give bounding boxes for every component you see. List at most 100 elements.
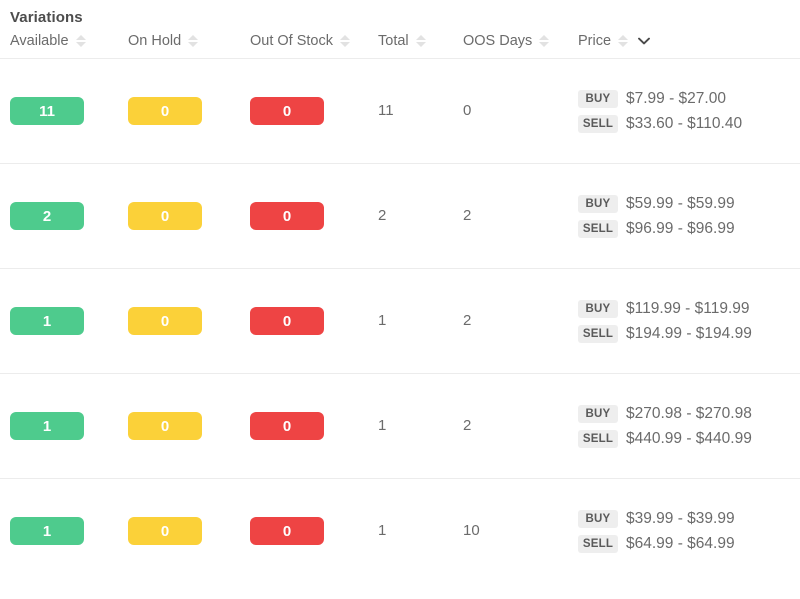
sell-price-range: $33.60 - $110.40 bbox=[626, 114, 743, 132]
price-line-sell: SELL $33.60 - $110.40 bbox=[578, 114, 800, 134]
total-value: 2 bbox=[378, 207, 387, 224]
buy-price-range: $270.98 - $270.98 bbox=[626, 404, 752, 422]
status-badge-available: 1 bbox=[10, 307, 84, 335]
column-header-total[interactable]: Total bbox=[368, 28, 453, 59]
cell-available: 1 bbox=[0, 373, 118, 479]
cell-total: 1 bbox=[368, 373, 453, 479]
total-value: 1 bbox=[378, 522, 387, 540]
table-header-row: Available On Hold Out Of Stock Total OOS… bbox=[0, 28, 800, 59]
buy-price-range: $59.99 - $59.99 bbox=[626, 194, 735, 212]
cell-oos-days: 10 bbox=[453, 478, 568, 584]
status-badge-available: 1 bbox=[10, 412, 84, 440]
column-header-oos-days[interactable]: OOS Days bbox=[453, 28, 568, 59]
sell-tag: SELL bbox=[578, 324, 618, 343]
oos-days-value: 2 bbox=[463, 417, 472, 434]
sort-icon-out-of-stock[interactable] bbox=[340, 33, 350, 49]
cell-price: BUY $7.99 - $27.00 SELL $33.60 - $110.40 bbox=[568, 59, 800, 164]
sort-icon-on-hold[interactable] bbox=[188, 33, 199, 49]
status-badge-on-hold: 0 bbox=[128, 412, 202, 440]
sort-icon-price[interactable] bbox=[618, 33, 629, 49]
cell-oos-days: 2 bbox=[453, 373, 568, 479]
status-badge-available: 2 bbox=[10, 202, 84, 230]
buy-tag: BUY bbox=[578, 194, 618, 213]
sort-icon-oos-days[interactable] bbox=[539, 33, 550, 49]
sell-tag: SELL bbox=[578, 534, 618, 553]
price-block: BUY $39.99 - $39.99 SELL $64.99 - $64.99 bbox=[578, 509, 800, 554]
buy-price-range: $7.99 - $27.00 bbox=[626, 89, 726, 107]
cell-price: BUY $270.98 - $270.98 SELL $440.99 - $44… bbox=[568, 373, 800, 479]
cell-oos-days: 2 bbox=[453, 268, 568, 374]
cell-price: BUY $59.99 - $59.99 SELL $96.99 - $96.99 bbox=[568, 163, 800, 269]
cell-available: 1 bbox=[0, 478, 118, 584]
status-badge-out-of-stock: 0 bbox=[250, 202, 324, 230]
variations-table: Available On Hold Out Of Stock Total OOS… bbox=[0, 28, 800, 584]
cell-oos-days: 0 bbox=[453, 59, 568, 164]
buy-price-range: $119.99 - $119.99 bbox=[626, 299, 750, 317]
cell-out-of-stock: 0 bbox=[240, 59, 368, 164]
status-badge-on-hold: 0 bbox=[128, 202, 202, 230]
table-row[interactable]: 1 0 0 1 2 BUY $270.98 - $270.98 SELL $44… bbox=[0, 373, 800, 479]
cell-on-hold: 0 bbox=[118, 478, 240, 584]
cell-total: 1 bbox=[368, 478, 453, 584]
cell-total: 11 bbox=[368, 59, 453, 164]
price-block: BUY $59.99 - $59.99 SELL $96.99 - $96.99 bbox=[578, 194, 800, 239]
column-header-price[interactable]: Price bbox=[568, 28, 800, 59]
table-row[interactable]: 11 0 0 11 0 BUY $7.99 - $27.00 SELL $33.… bbox=[0, 59, 800, 164]
price-line-buy: BUY $270.98 - $270.98 bbox=[578, 404, 800, 424]
column-header-label-total: Total bbox=[378, 33, 409, 49]
cell-out-of-stock: 0 bbox=[240, 268, 368, 374]
table-row[interactable]: 1 0 0 1 2 BUY $119.99 - $119.99 SELL $19… bbox=[0, 268, 800, 374]
cell-total: 2 bbox=[368, 163, 453, 269]
price-line-buy: BUY $39.99 - $39.99 bbox=[578, 509, 800, 529]
cell-total: 1 bbox=[368, 268, 453, 374]
table-row[interactable]: 1 0 0 1 10 BUY $39.99 - $39.99 SELL $64.… bbox=[0, 478, 800, 584]
column-header-on-hold[interactable]: On Hold bbox=[118, 28, 240, 59]
column-header-label-price: Price bbox=[578, 33, 612, 49]
cell-oos-days: 2 bbox=[453, 163, 568, 269]
column-header-out-of-stock[interactable]: Out Of Stock bbox=[240, 28, 368, 59]
price-line-buy: BUY $7.99 - $27.00 bbox=[578, 89, 800, 109]
table-row[interactable]: 2 0 0 2 2 BUY $59.99 - $59.99 SELL $96.9… bbox=[0, 163, 800, 269]
total-value: 11 bbox=[378, 102, 394, 119]
buy-tag: BUY bbox=[578, 404, 618, 423]
sell-price-range: $64.99 - $64.99 bbox=[626, 534, 735, 552]
status-badge-on-hold: 0 bbox=[128, 307, 202, 335]
status-badge-available: 1 bbox=[10, 517, 84, 546]
column-header-label-out-of-stock: Out Of Stock bbox=[250, 33, 333, 49]
buy-price-range: $39.99 - $39.99 bbox=[626, 509, 735, 527]
status-badge-on-hold: 0 bbox=[128, 97, 202, 125]
price-line-sell: SELL $440.99 - $440.99 bbox=[578, 429, 800, 449]
column-header-available[interactable]: Available bbox=[0, 28, 118, 59]
cell-available: 2 bbox=[0, 163, 118, 269]
price-line-sell: SELL $64.99 - $64.99 bbox=[578, 534, 800, 554]
cell-out-of-stock: 0 bbox=[240, 163, 368, 269]
status-badge-out-of-stock: 0 bbox=[250, 97, 324, 125]
buy-tag: BUY bbox=[578, 299, 618, 318]
status-badge-on-hold: 0 bbox=[128, 517, 202, 546]
sell-tag: SELL bbox=[578, 219, 618, 238]
chevron-down-icon[interactable] bbox=[637, 34, 651, 48]
sort-icon-available[interactable] bbox=[75, 33, 86, 49]
column-header-label-available: Available bbox=[10, 33, 69, 49]
oos-days-value: 2 bbox=[463, 312, 472, 329]
cell-out-of-stock: 0 bbox=[240, 373, 368, 479]
price-block: BUY $270.98 - $270.98 SELL $440.99 - $44… bbox=[578, 404, 800, 449]
price-line-sell: SELL $96.99 - $96.99 bbox=[578, 219, 800, 239]
status-badge-out-of-stock: 0 bbox=[250, 412, 324, 440]
oos-days-value: 2 bbox=[463, 207, 472, 224]
status-badge-out-of-stock: 0 bbox=[250, 517, 324, 546]
cell-out-of-stock: 0 bbox=[240, 478, 368, 584]
cell-price: BUY $119.99 - $119.99 SELL $194.99 - $19… bbox=[568, 268, 800, 374]
status-badge-available: 11 bbox=[10, 97, 84, 125]
price-line-sell: SELL $194.99 - $194.99 bbox=[578, 324, 800, 344]
price-line-buy: BUY $119.99 - $119.99 bbox=[578, 299, 800, 319]
table-header: Available On Hold Out Of Stock Total OOS… bbox=[0, 28, 800, 59]
cell-on-hold: 0 bbox=[118, 373, 240, 479]
sell-price-range: $440.99 - $440.99 bbox=[626, 429, 752, 447]
cell-available: 11 bbox=[0, 59, 118, 164]
oos-days-value: 0 bbox=[463, 102, 472, 119]
page-title: Variations bbox=[10, 9, 83, 26]
sort-icon-total[interactable] bbox=[415, 33, 426, 49]
cell-price: BUY $39.99 - $39.99 SELL $64.99 - $64.99 bbox=[568, 478, 800, 584]
column-header-label-oos-days: OOS Days bbox=[463, 33, 533, 49]
